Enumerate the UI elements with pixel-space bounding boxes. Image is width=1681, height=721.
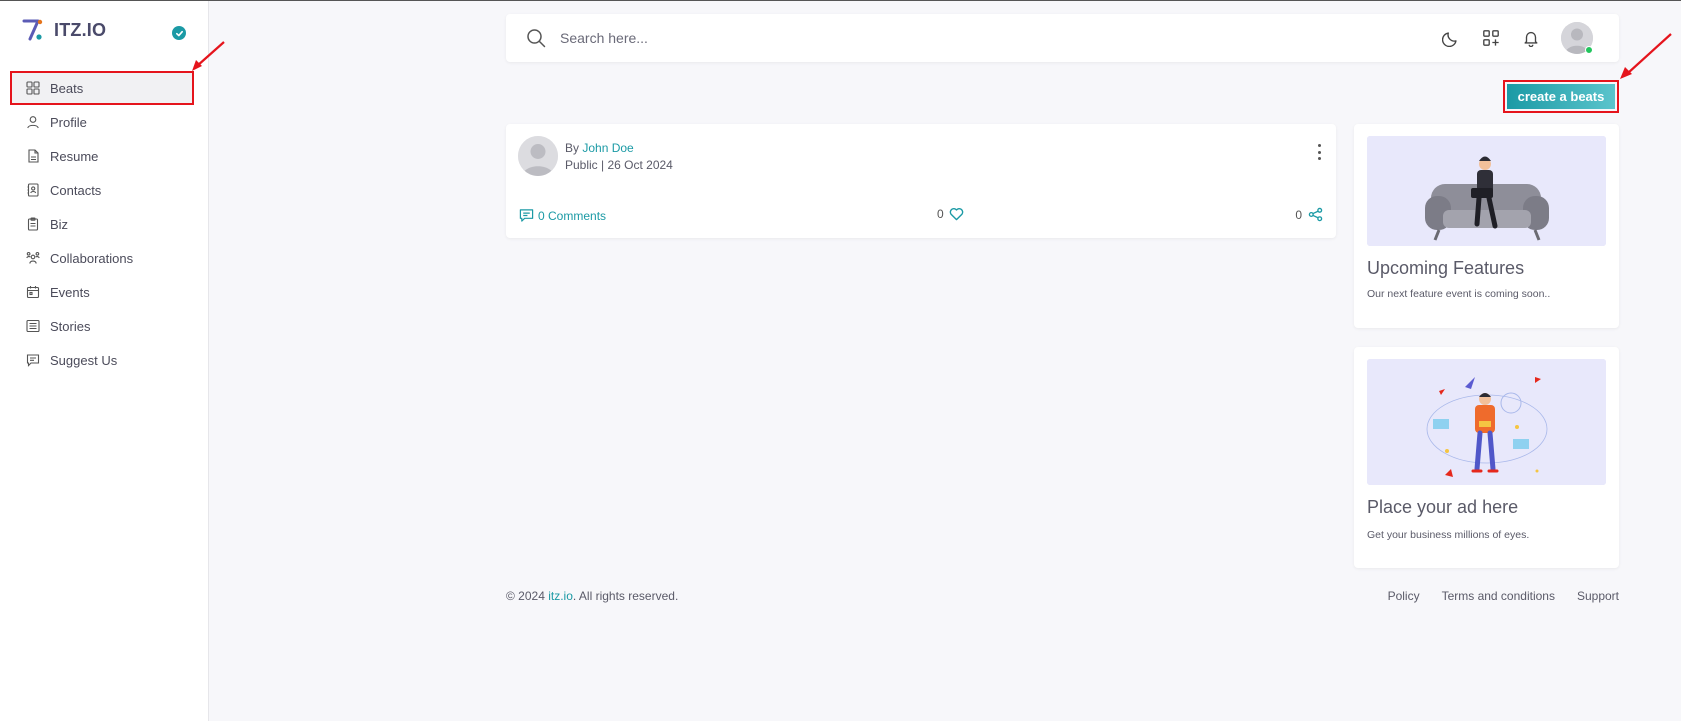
brand[interactable]: ITZ.IO [22, 17, 106, 43]
copyright: © 2024 itz.io. All rights reserved. [506, 589, 678, 603]
comments-button[interactable]: 0 Comments [519, 208, 606, 223]
post-card: By John Doe Public | 26 Oct 2024 0 Comme… [506, 124, 1336, 238]
moon-icon[interactable] [1441, 28, 1461, 48]
post-meta: By John Doe Public | 26 Oct 2024 [565, 140, 673, 174]
footer-link-policy[interactable]: Policy [1388, 589, 1420, 603]
ad-card-place-ad: Place your ad here Get your business mil… [1354, 347, 1619, 568]
feedback-icon [26, 353, 40, 367]
sidebar-item-suggest-us[interactable]: Suggest Us [10, 343, 194, 377]
shares-count: 0 [1295, 207, 1302, 222]
list-icon [26, 319, 40, 333]
ad-title: Upcoming Features [1367, 258, 1525, 278]
footer-link-support[interactable]: Support [1577, 589, 1619, 603]
ad-illustration [1367, 359, 1606, 485]
user-avatar[interactable] [1561, 22, 1593, 54]
sidebar-item-label: Suggest Us [50, 352, 118, 368]
apps-icon[interactable] [1481, 28, 1501, 48]
sofa-illustration [1367, 136, 1606, 246]
sidebar-item-events[interactable]: Events [10, 275, 194, 309]
site-link[interactable]: itz.io [548, 589, 573, 603]
post-menu-icon[interactable] [1316, 144, 1322, 160]
brand-name: ITZ.IO [54, 19, 107, 40]
likes-count: 0 [937, 207, 944, 221]
comments-label: 0 Comments [538, 208, 607, 223]
sidebar: ITZ.IO Beats Profile Resume Contacts Biz… [0, 1, 209, 721]
bell-icon[interactable] [1521, 28, 1541, 48]
create-button-highlight: create a beats [1503, 80, 1619, 113]
sidebar-item-label: Contacts [50, 182, 102, 198]
sidebar-item-collaborations[interactable]: Collaborations [10, 241, 194, 275]
ad-description: Our next feature event is coming soon.. [1367, 288, 1551, 300]
verified-icon [172, 26, 186, 40]
by-prefix: By [565, 141, 580, 155]
sidebar-item-label: Biz [50, 216, 69, 232]
logo-icon [22, 17, 44, 43]
sidebar-item-profile[interactable]: Profile [10, 105, 194, 139]
sidebar-item-resume[interactable]: Resume [10, 139, 194, 173]
comment-icon [519, 209, 534, 222]
footer-link-terms[interactable]: Terms and conditions [1442, 589, 1555, 603]
create-beats-button[interactable]: create a beats [1507, 84, 1615, 109]
copyright-prefix: © 2024 [506, 589, 545, 603]
top-bar [506, 14, 1619, 62]
sidebar-item-biz[interactable]: Biz [10, 207, 194, 241]
header-actions [1441, 22, 1593, 54]
ad-description: Get your business millions of eyes. [1367, 529, 1530, 541]
online-status-indicator [1585, 46, 1593, 54]
clipboard-icon [26, 217, 40, 231]
grid-icon [26, 81, 40, 95]
sidebar-item-contacts[interactable]: Contacts [10, 173, 194, 207]
user-icon [26, 115, 40, 129]
sidebar-item-label: Beats [50, 80, 84, 96]
sidebar-item-stories[interactable]: Stories [10, 309, 194, 343]
ad-card-upcoming-features: Upcoming Features Our next feature event… [1354, 124, 1619, 328]
footer-links: Policy Terms and conditions Support [1388, 589, 1619, 603]
sidebar-item-label: Profile [50, 114, 87, 130]
ad-title: Place your ad here [1367, 497, 1519, 517]
share-icon[interactable] [1308, 207, 1323, 222]
contacts-icon [26, 183, 40, 197]
shares: 0 [1295, 207, 1323, 222]
sidebar-nav: Beats Profile Resume Contacts Biz Collab… [10, 71, 194, 377]
copyright-suffix: . All rights reserved. [572, 589, 679, 603]
likes: 0 [937, 207, 964, 221]
sidebar-item-label: Events [50, 284, 90, 300]
sidebar-item-beats[interactable]: Beats [10, 71, 194, 105]
calendar-icon [26, 285, 40, 299]
sidebar-item-label: Resume [50, 148, 99, 164]
annotation-arrow-sidebar [192, 41, 225, 71]
annotation-arrow-create [1620, 33, 1672, 79]
search-input[interactable] [560, 24, 1160, 52]
heart-icon[interactable] [949, 207, 964, 221]
post-author-link[interactable]: John Doe [582, 141, 633, 155]
post-author-avatar[interactable] [518, 136, 558, 176]
sidebar-item-label: Collaborations [50, 250, 134, 266]
sidebar-item-label: Stories [50, 318, 91, 334]
search-icon [526, 28, 546, 48]
post-visibility-date: Public | 26 Oct 2024 [565, 158, 673, 172]
document-icon [26, 149, 40, 163]
group-icon [26, 251, 40, 265]
